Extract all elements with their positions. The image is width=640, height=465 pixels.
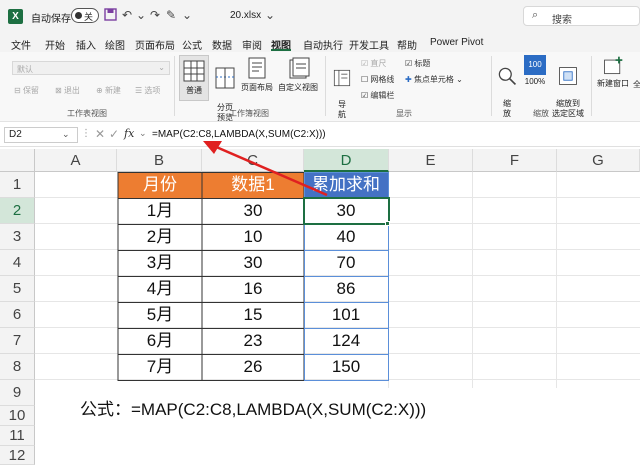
navigation-button[interactable]: 导 航 [332,58,352,120]
fx-dropdown-icon: ⌄ [139,128,147,138]
workbook-views-group-label: 工作簿视图 [229,109,269,118]
exit-button[interactable]: ⊠ 退出 [55,85,80,96]
menu-power-pivot[interactable]: Power Pivot [430,37,483,48]
menu-bar: 文件 开始 插入 绘图 页面布局 公式 数据 审阅 视图 自动执行 开发工具 帮… [0,32,640,52]
zoom-label: 缩 放 [503,99,511,118]
navigation-icon [333,69,351,87]
fill-handle[interactable] [385,221,390,226]
menu-automate[interactable]: 自动执行 [303,37,343,52]
title-bar: X 自动保存 关 ↶ ⌄ ↷ ✎ ⌄ 20.xlsx ⌄ ⌕ 搜索 [0,0,640,32]
cancel-icon[interactable]: ✕ [95,127,105,141]
new-button[interactable]: ⊕ 新建 [96,85,121,96]
active-cell-outline [303,197,390,225]
formula-bar: D2 ⌄ ⋮ ✕ ✓ fx ⌄ =MAP(C2:C8,LAMBDA(X,SUM(… [0,123,640,147]
custom-views-icon [289,57,310,79]
gridlines-checkbox[interactable]: ☐ 网格线 [361,74,394,85]
group-divider [591,56,592,116]
new-window-icon [604,56,623,75]
normal-view-label: 普通 [186,86,202,95]
zoom-selection-label: 缩放到 选定区域 [552,99,584,118]
formula-input[interactable]: =MAP(C2:C8,LAMBDA(X,SUM(C2:X))) [152,129,326,140]
menu-formulas[interactable]: 公式 [182,37,202,52]
formula-bar-checkbox[interactable]: ☑ 编辑栏 [361,90,394,101]
save-icon[interactable] [104,8,117,25]
excel-logo-icon: X [8,9,23,24]
navigation-label: 导 航 [338,100,346,119]
search-icon: ⌕ [532,9,539,21]
search-box[interactable]: ⌕ 搜索 [523,6,640,26]
page-layout-button[interactable]: 页面布局 [239,55,275,93]
arrange-all-button[interactable]: 全 [633,79,640,90]
ruler-checkbox[interactable]: ☑ 直尺 [361,58,386,69]
focus-cell-button[interactable]: ✚ 焦点单元格 ⌄ [405,74,463,85]
enter-icon[interactable]: ✓ [109,127,119,141]
zoom-selection-icon [559,67,577,85]
ribbon: 默认 ⌄ ⊟ 保留 ⊠ 退出 ⊕ 新建 ☰ 选项 工作表视图 普通 分页 预览 … [0,52,640,122]
menu-insert[interactable]: 插入 [76,37,96,52]
autosave-toggle[interactable]: 关 [71,8,99,23]
magnifier-icon [498,67,517,86]
autosave-label: 自动保存 [31,14,71,25]
file-name: 20.xlsx [230,10,262,21]
redo-icon[interactable]: ↷ [150,8,160,23]
excel-window: X 自动保存 关 ↶ ⌄ ↷ ✎ ⌄ 20.xlsx ⌄ ⌕ 搜索 文件 开始 … [0,0,640,465]
page-layout-label: 页面布局 [241,83,273,92]
zoom-100-label: 100% [524,77,546,86]
autosave-state: 关 [84,12,94,22]
zoom-100-icon: 100 [524,55,546,75]
menu-developer[interactable]: 开发工具 [349,37,389,52]
active-tab-indicator [271,49,291,51]
zoom-group-label: 缩放 [533,109,549,118]
filename-dropdown-icon[interactable]: ⌄ [265,8,275,23]
zoom-100-button[interactable]: 100 100% [522,55,548,87]
insert-function-icon[interactable]: fx [124,127,134,140]
normal-view-button[interactable]: 普通 [179,55,209,101]
normal-view-icon [183,60,205,82]
more-icon: ⋮ [81,128,91,139]
sheet-view-value: 默认 [17,65,33,74]
menu-file[interactable]: 文件 [11,37,31,52]
group-divider [491,56,492,116]
formula-caption: 公式：=MAP(C2:C8,LAMBDA(X,SUM(C2:X))) [80,400,427,419]
search-placeholder: 搜索 [552,15,572,26]
group-divider [325,56,326,116]
chevron-down-icon: ⌄ [158,63,165,72]
focus-cell-icon: ✚ [405,75,412,84]
toggle-knob [75,12,82,19]
page-layout-icon [248,57,266,79]
sheet-view-dropdown[interactable]: 默认 ⌄ [12,61,170,75]
name-box-dropdown-icon[interactable]: ⌄ [62,129,70,140]
page-break-icon [215,67,235,89]
menu-data[interactable]: 数据 [212,37,232,52]
menu-home[interactable]: 开始 [45,37,65,52]
sheet-view-group-label: 工作表视图 [67,109,107,118]
keep-button[interactable]: ⊟ 保留 [14,85,39,96]
undo-icon[interactable]: ↶ [122,8,132,23]
new-window-button[interactable]: 新建窗口 [595,55,631,89]
menu-help[interactable]: 帮助 [397,37,417,52]
custom-views-button[interactable]: 自定义视图 [276,55,320,93]
group-divider [174,56,175,116]
options-button[interactable]: ☰ 选项 [135,85,160,96]
zoom-to-selection-button[interactable]: 缩放到 选定区域 [550,55,586,119]
menu-review[interactable]: 审阅 [242,37,262,52]
undo-dropdown-icon[interactable]: ⌄ [136,8,146,23]
format-painter-icon[interactable]: ✎ [166,8,176,23]
zoom-button[interactable]: 缩 放 [496,55,518,119]
customize-toolbar-icon[interactable]: ⌄ [182,8,192,23]
custom-views-label: 自定义视图 [278,83,318,92]
headings-checkbox[interactable]: ☑ 标题 [405,58,430,69]
new-window-label: 新建窗口 [597,79,629,88]
menu-draw[interactable]: 绘图 [105,37,125,52]
menu-page-layout[interactable]: 页面布局 [135,37,175,52]
show-group-label: 显示 [396,109,412,118]
